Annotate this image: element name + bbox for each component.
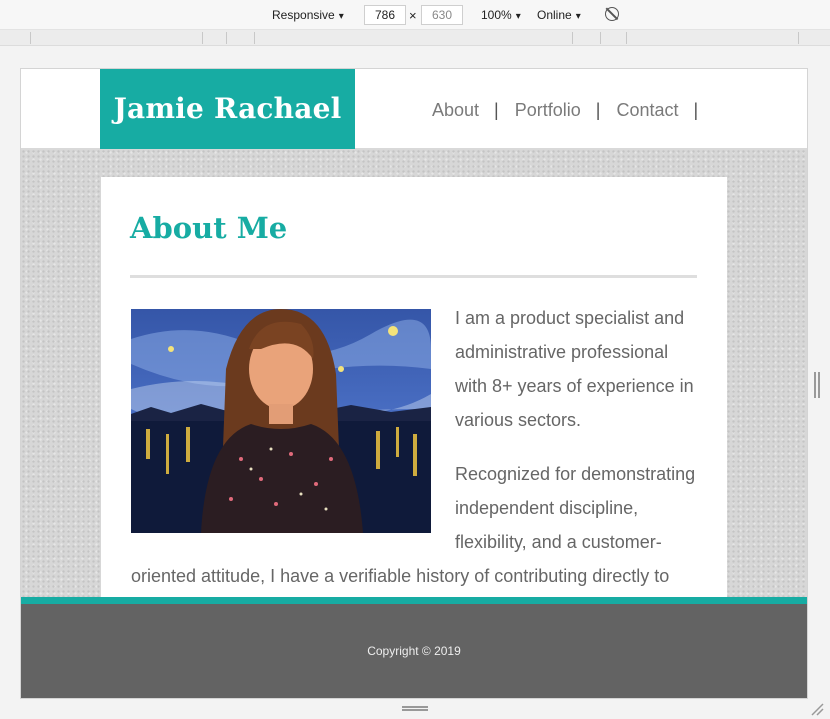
resize-handle-right[interactable] (814, 372, 820, 398)
page-viewport: Jamie Rachael About | Portfolio | Contact | A… (20, 68, 808, 699)
title-divider (130, 275, 697, 278)
devtools-toolbar: Responsive ▾ 786 × 630 100% ▾ Online ▾ (0, 0, 830, 30)
copyright-text: Copyright © 2019 (367, 644, 461, 658)
resize-handle-bottom[interactable] (402, 706, 428, 711)
nav-contact[interactable]: Contact (616, 100, 678, 121)
about-paragraph: I am a product specialist and administra… (455, 308, 694, 430)
site-footer: Copyright © 2019 (21, 597, 807, 698)
nav-separator: | (595, 100, 601, 120)
chevron-down-icon: ▾ (575, 11, 581, 22)
about-paragraph: oriented attitude, I have a verifiable h… (131, 566, 670, 586)
zoom-label: 100% (481, 8, 512, 22)
times-icon: × (409, 8, 417, 23)
height-input[interactable]: 630 (421, 5, 463, 25)
chevron-down-icon: ▾ (515, 11, 521, 22)
site-logo[interactable]: Jamie Rachael (100, 69, 355, 149)
zoom-dropdown[interactable]: 100% ▾ (481, 8, 521, 22)
network-label: Online (537, 8, 572, 22)
device-label: Responsive (272, 8, 335, 22)
width-input[interactable]: 786 (364, 5, 406, 25)
nav-separator: | (693, 100, 699, 120)
nav-separator: | (494, 100, 499, 120)
about-paragraph: Recognized for demonstrating independent… (455, 464, 696, 552)
chevron-down-icon: ▾ (338, 11, 344, 22)
about-card: About Me I am a product specialist and a… (101, 177, 727, 647)
site-header: Jamie Rachael About | Portfolio | Contact | (21, 69, 807, 150)
main-nav: About | Portfolio | Contact | (432, 100, 714, 121)
page-title: About Me (130, 211, 288, 245)
resize-corner-icon[interactable] (810, 702, 824, 716)
nav-about[interactable]: About (432, 100, 479, 121)
device-dropdown[interactable]: Responsive ▾ (272, 8, 344, 22)
nav-portfolio[interactable]: Portfolio (515, 100, 581, 121)
network-dropdown[interactable]: Online ▾ (537, 8, 581, 22)
media-query-ruler[interactable] (0, 30, 830, 46)
rotate-icon[interactable] (605, 7, 619, 21)
about-text: I am a product specialist and administra… (131, 301, 701, 593)
